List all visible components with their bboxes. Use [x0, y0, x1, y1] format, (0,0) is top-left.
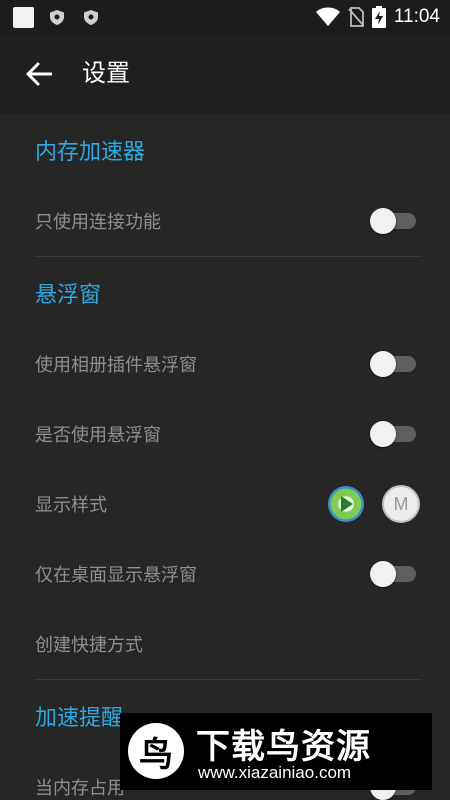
wifi-icon [315, 7, 340, 26]
setting-row-use-floating-window[interactable]: 是否使用悬浮窗 [0, 399, 450, 469]
style-option-letter: M [393, 493, 409, 514]
switch-thumb [370, 561, 396, 587]
setting-row-display-style: 显示样式 M [0, 469, 450, 539]
status-time: 11:04 [393, 6, 440, 27]
arrow-left-icon [26, 62, 52, 86]
setting-row-desktop-only-floating[interactable]: 仅在桌面显示悬浮窗 [0, 539, 450, 609]
section-header-memory-accelerator: 内存加速器 [35, 140, 146, 165]
setting-row-create-shortcut[interactable]: 创建快捷方式 [0, 609, 450, 679]
bird-logo-icon: 鸟 [128, 723, 184, 779]
setting-label: 当内存占用 [35, 778, 125, 799]
shield-icon [84, 10, 98, 25]
desktop-only-floating-switch[interactable] [370, 561, 420, 587]
style-option-m-icon[interactable]: M [382, 485, 420, 523]
setting-row-album-plugin-floating[interactable]: 使用相册插件悬浮窗 [0, 329, 450, 399]
no-sim-icon [348, 7, 364, 27]
album-plugin-floating-switch[interactable] [370, 351, 420, 377]
setting-label: 显示样式 [35, 495, 107, 516]
setting-label: 使用相册插件悬浮窗 [35, 355, 197, 376]
shield-icon [50, 10, 64, 25]
watermark-title: 下载鸟资源 [196, 727, 371, 767]
display-style-options: M [328, 485, 420, 523]
style-option-play-icon[interactable] [328, 486, 364, 522]
watermark-logo-char: 鸟 [139, 734, 173, 775]
switch-thumb [370, 208, 396, 234]
setting-label: 只使用连接功能 [35, 212, 161, 233]
setting-label: 仅在桌面显示悬浮窗 [35, 565, 197, 586]
setting-row-connection-only[interactable]: 只使用连接功能 [0, 186, 450, 256]
section-header-floating-window: 悬浮窗 [35, 283, 102, 308]
switch-thumb [370, 351, 396, 377]
back-button[interactable] [22, 57, 56, 91]
switch-thumb [370, 421, 396, 447]
watermark-banner: 鸟 下载鸟资源 www.xiazainiao.com [120, 713, 432, 790]
use-floating-window-switch[interactable] [370, 421, 420, 447]
battery-charging-icon [371, 6, 386, 28]
settings-list: 内存加速器 只使用连接功能 悬浮窗 使用相册插件悬浮窗 是否使用悬浮窗 显示样式… [0, 114, 450, 800]
app-bar: 设置 [0, 34, 450, 114]
setting-label: 创建快捷方式 [35, 635, 143, 656]
setting-label: 是否使用悬浮窗 [35, 425, 161, 446]
app-square-icon [13, 7, 34, 28]
page-title: 设置 [82, 59, 130, 87]
status-bar: 11:04 [0, 0, 450, 34]
connection-only-switch[interactable] [370, 208, 420, 234]
watermark-url: www.xiazainiao.com [198, 763, 352, 782]
